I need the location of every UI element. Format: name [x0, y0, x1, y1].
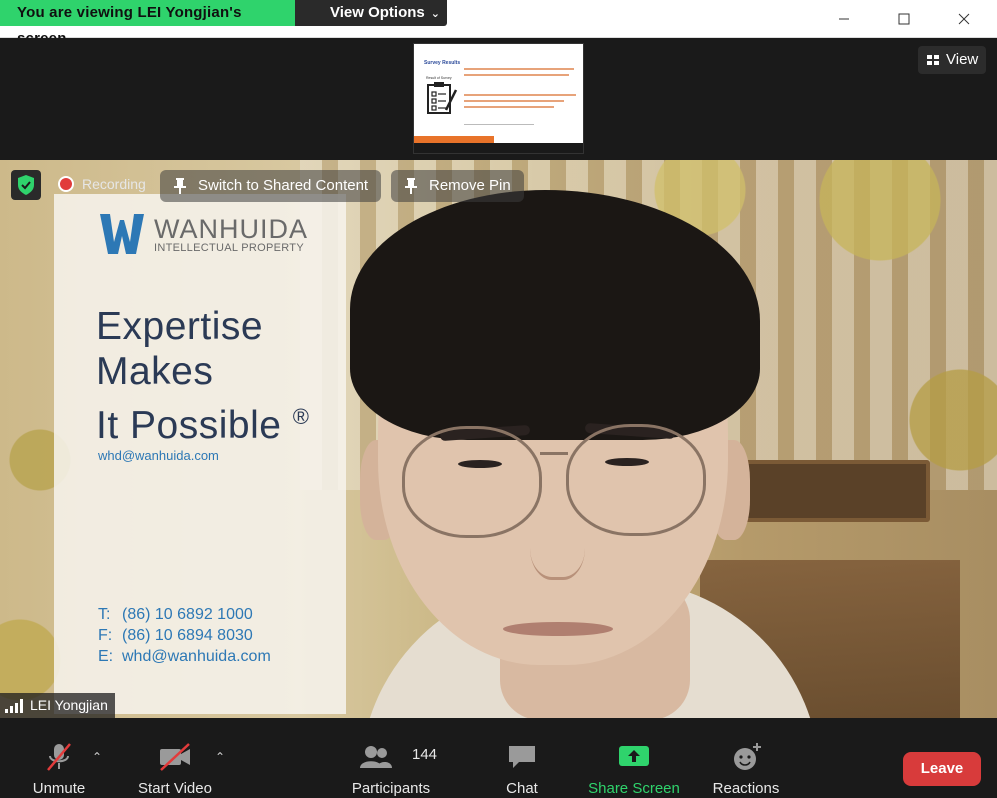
participant-name-tag: LEI Yongjian: [0, 693, 115, 718]
chat-icon: [509, 746, 535, 768]
unmute-button[interactable]: Unmute: [20, 718, 98, 798]
contact-row: T: (86) 10 6892 1000: [98, 604, 271, 625]
active-speaker-video: WANHUIDA INTELLECTUAL PROPERTY Expertise…: [0, 160, 997, 718]
chevron-down-icon: ⌄: [430, 8, 440, 20]
view-options-label: View Options: [330, 4, 425, 21]
pin-icon: [405, 178, 417, 194]
contact-key: T:: [98, 606, 111, 623]
recording-indicator[interactable]: Recording: [52, 172, 156, 196]
leave-button[interactable]: Leave: [903, 752, 981, 786]
thumbnail-title: Survey Results: [424, 60, 461, 66]
shield-icon: [18, 175, 34, 195]
registered-mark: ®: [292, 404, 310, 429]
wanhuida-logo-icon: [100, 214, 144, 254]
person-nose: [530, 500, 585, 580]
shared-screen-thumbnail[interactable]: Survey Results Result of Survey: [413, 43, 584, 154]
minimize-icon: [839, 18, 849, 20]
participant-name: LEI Yongjian: [30, 697, 108, 713]
chevron-up-icon: ⌃: [215, 750, 226, 764]
participants-label: Participants: [351, 780, 431, 797]
tagline-line: Expertise: [96, 305, 264, 348]
view-layout-button[interactable]: View: [918, 46, 986, 74]
chat-label: Chat: [506, 780, 538, 797]
participants-count: 144: [412, 746, 438, 763]
thumbnail-accent-bar: [414, 136, 494, 143]
reactions-label: Reactions: [712, 780, 780, 797]
video-off-icon: [160, 743, 190, 771]
switch-to-shared-content-button[interactable]: Switch to Shared Content: [160, 170, 382, 202]
contact-value: whd@wanhuida.com: [122, 648, 271, 665]
zoom-meeting-window: You are viewing LEI Yongjian's screen Vi…: [0, 0, 997, 798]
start-video-button[interactable]: Start Video: [128, 718, 222, 798]
unmute-label: Unmute: [32, 780, 86, 797]
close-button[interactable]: [934, 0, 994, 38]
thumbnail-text-line: [464, 74, 569, 76]
brand-name: WANHUIDA: [154, 214, 308, 244]
contact-list: T: (86) 10 6892 1000 F: (86) 10 6894 8030 …: [98, 604, 271, 667]
microphone-muted-icon: [47, 743, 71, 771]
survey-clipboard-icon: [427, 82, 458, 114]
start-video-label: Start Video: [138, 780, 212, 797]
maximize-button[interactable]: [874, 0, 934, 38]
reactions-button[interactable]: Reactions: [705, 718, 787, 798]
remove-pin-button[interactable]: Remove Pin: [391, 170, 524, 202]
thumbnail-text-line: [464, 106, 554, 108]
chevron-up-icon: ⌃: [92, 750, 103, 764]
recording-label: Recording: [82, 176, 146, 192]
recording-dot-icon: [58, 176, 74, 192]
remove-pin-label: Remove Pin: [429, 177, 511, 194]
contact-row: F: (86) 10 6894 8030: [98, 625, 271, 646]
maximize-icon: [898, 13, 910, 25]
share-screen-label: Share Screen: [588, 780, 680, 797]
contact-key: E:: [98, 648, 114, 665]
person-mouth: [503, 622, 613, 636]
tagline-text: It Possible: [96, 404, 282, 447]
contact-value: (86) 10 6892 1000: [122, 606, 253, 623]
participants-button[interactable]: 144 Participants: [340, 718, 442, 798]
thumbnail-strip: Survey Results Result of Survey View: [0, 38, 997, 160]
share-screen-icon: [619, 746, 649, 766]
chat-button[interactable]: Chat: [492, 718, 552, 798]
grid-view-icon: [927, 55, 939, 65]
security-shield-button[interactable]: [11, 170, 41, 200]
view-options-button[interactable]: View Options ⌄: [295, 0, 447, 26]
share-screen-button[interactable]: Share Screen: [580, 718, 688, 798]
thumbnail-text-line: [464, 68, 574, 70]
thumbnail-text-line: [464, 94, 576, 96]
signal-strength-icon: [5, 699, 23, 713]
thumbnail-subtitle: Result of Survey: [426, 76, 452, 80]
title-bar: You are viewing LEI Yongjian's screen Vi…: [0, 0, 997, 47]
close-icon: [958, 13, 970, 25]
minimize-button[interactable]: [814, 0, 874, 38]
glasses-bridge: [540, 452, 568, 455]
thumbnail-text-line: [464, 124, 534, 125]
thumbnail-footer-bar: [414, 143, 583, 153]
tagline: Expertise Makes It Possible ®: [96, 304, 309, 448]
glasses-lens: [402, 426, 542, 538]
audio-options-caret[interactable]: ⌃: [92, 750, 106, 764]
pin-icon: [174, 178, 186, 194]
glasses-lens: [566, 424, 706, 536]
contact-row: E: whd@wanhuida.com: [98, 646, 271, 667]
background-business-card: WANHUIDA INTELLECTUAL PROPERTY Expertise…: [54, 194, 346, 714]
switch-to-shared-content-label: Switch to Shared Content: [198, 177, 369, 194]
meeting-toolbar: Unmute ⌃ Start Video ⌃ 144 Participants: [0, 718, 997, 798]
brand-subtitle: INTELLECTUAL PROPERTY: [154, 242, 304, 254]
view-button-label: View: [946, 51, 979, 68]
tagline-line: It Possible ®: [96, 394, 309, 448]
reactions-icon: [734, 743, 761, 770]
viewing-banner: You are viewing LEI Yongjian's screen: [0, 0, 295, 47]
card-email: whd@wanhuida.com: [98, 448, 219, 463]
video-options-caret[interactable]: ⌃: [215, 750, 229, 764]
contact-value: (86) 10 6894 8030: [122, 627, 253, 644]
contact-key: F:: [98, 627, 113, 644]
participants-icon: [360, 746, 392, 768]
thumbnail-text-line: [464, 100, 564, 102]
tagline-line: Makes: [96, 350, 214, 393]
